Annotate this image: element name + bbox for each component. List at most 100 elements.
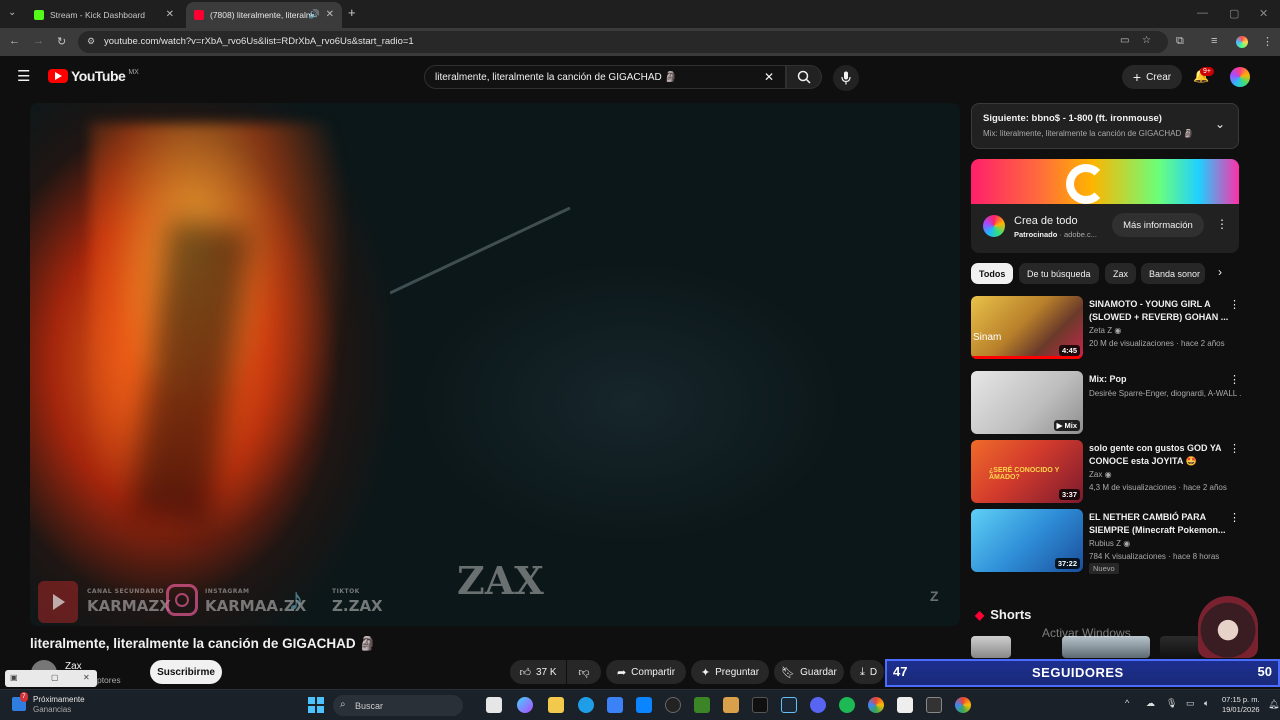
chip-zax[interactable]: Zax (1105, 263, 1137, 284)
reload-icon[interactable]: ↻ (57, 35, 66, 48)
recommendation-item[interactable]: 37:22 EL NETHER CAMBIÓ PARA SIEMPRE (Min… (971, 509, 1241, 574)
video-thumbnail[interactable]: ▶︎ Mix (971, 371, 1083, 434)
terminal-icon[interactable] (752, 697, 768, 713)
like-button[interactable]: 👍︎ 37 K (510, 660, 566, 684)
close-icon[interactable]: ✕ (83, 673, 90, 682)
file-explorer-icon[interactable] (548, 697, 564, 713)
browser-tab-strip: ⌄ Stream - Kick Dashboard ✕ (7808) liter… (0, 0, 1280, 28)
tab-title: Stream - Kick Dashboard (50, 10, 145, 20)
rec-meta: 784 K visualizaciones · hace 8 horas (1089, 552, 1220, 561)
ask-button[interactable]: ✦ Preguntar (691, 660, 769, 684)
channel-watermark-icon[interactable]: Z (930, 588, 939, 604)
rec-menu-icon[interactable]: ⋮ (1229, 511, 1240, 524)
tab-kick-dashboard[interactable]: Stream - Kick Dashboard ✕ (26, 2, 182, 28)
chip-todos[interactable]: Todos (971, 263, 1014, 284)
mini-window-strip[interactable]: ▣ ▢ ✕ (5, 670, 97, 687)
chevron-right-icon[interactable]: › (1218, 265, 1222, 279)
close-tab-icon[interactable]: ✕ (166, 9, 174, 20)
close-window-icon[interactable]: ✕ (1259, 7, 1268, 20)
recommendation-item[interactable]: ¿SERÉ CONOCIDO Y AMADO? 3:37 solo gente … (971, 440, 1241, 504)
site-info-icon[interactable]: ⚙ (87, 36, 95, 47)
thumbnail-text: ¿SERÉ CONOCIDO Y AMADO? (989, 467, 1060, 481)
widgets-button[interactable]: 7 Próximamente Ganancias (12, 692, 85, 715)
rec-menu-icon[interactable]: ⋮ (1229, 373, 1240, 386)
recommendation-item[interactable]: Sinam 4:45 SINAMOTO - YOUNG GIRL A (SLOW… (971, 296, 1241, 360)
steam-icon[interactable] (781, 697, 797, 713)
store-icon[interactable] (607, 697, 623, 713)
copilot-icon[interactable] (517, 697, 533, 713)
cast-icon[interactable]: ▭ (1120, 35, 1129, 46)
spotify-icon[interactable] (839, 697, 855, 713)
discord-icon[interactable] (810, 697, 826, 713)
rec-menu-icon[interactable]: ⋮ (1229, 442, 1240, 455)
windows-start-icon[interactable] (308, 697, 324, 713)
browser-menu-icon[interactable]: ⋮ (1262, 35, 1273, 48)
ad-card[interactable]: Crea de todo Patrocinado · adobe.c... Má… (971, 159, 1239, 253)
dislike-button[interactable]: 👎︎ (567, 660, 601, 684)
chip-search[interactable]: De tu búsqueda (1019, 263, 1099, 284)
close-tab-icon[interactable]: ✕ (326, 9, 334, 20)
restore-icon[interactable]: ▢ (51, 673, 59, 682)
account-avatar[interactable] (1230, 67, 1250, 87)
tray-chevron-icon[interactable]: ^ (1125, 698, 1129, 708)
notification-center-icon[interactable]: 🔔︎ (1268, 699, 1279, 710)
shorts-label: Shorts (990, 607, 1032, 622)
tab-search-icon[interactable]: ⌄ (8, 7, 16, 18)
share-button[interactable]: ➦ Compartir (606, 660, 686, 684)
bookmark-star-icon[interactable]: ☆ (1142, 35, 1151, 46)
forward-icon[interactable]: → (33, 35, 44, 47)
create-button[interactable]: + Crear (1122, 65, 1182, 89)
taskbar-clock[interactable]: 07:15 p. m. 19/01/2026 (1222, 695, 1260, 715)
taskbar-search-box[interactable]: ⌕ Buscar (333, 695, 463, 716)
task-view-icon[interactable] (486, 697, 502, 713)
chrome-profile-icon[interactable] (955, 697, 971, 713)
ad-menu-icon[interactable]: ⋮ (1216, 217, 1228, 231)
back-icon[interactable]: ← (9, 35, 20, 47)
subscribe-button[interactable]: Suscribirme (150, 660, 222, 684)
short-thumbnail[interactable] (971, 636, 1011, 658)
hamburger-menu-icon[interactable]: ☰ (17, 67, 30, 85)
microphone-tray-icon[interactable]: 🎙︎ (1166, 698, 1177, 709)
minecraft-icon[interactable] (694, 697, 710, 713)
extensions-icon[interactable]: ⧉ (1176, 35, 1184, 48)
more-info-button[interactable]: Más información (1112, 213, 1204, 237)
voice-search-button[interactable] (833, 65, 859, 91)
short-thumbnail[interactable] (1160, 636, 1200, 658)
search-button[interactable] (786, 65, 822, 89)
save-button[interactable]: 🔖︎ Guardar (774, 660, 844, 684)
tab-youtube[interactable]: (7808) literalmente, literalm 🔊 ✕ (186, 2, 342, 28)
speaker-icon[interactable]: 🔊 (309, 9, 320, 20)
photos-icon[interactable] (636, 697, 652, 713)
chrome-icon[interactable] (868, 697, 884, 713)
tab-search-menu-icon[interactable]: ≡ (1211, 35, 1217, 47)
app-icon[interactable] (926, 697, 942, 713)
chevron-down-icon[interactable]: ⌄ (1215, 117, 1225, 131)
rec-title: Mix: Pop (1089, 374, 1127, 384)
clear-search-icon[interactable]: ✕ (764, 70, 774, 84)
notification-count-badge: 9+ (1200, 67, 1214, 76)
network-icon[interactable]: ▭ (1186, 698, 1195, 709)
video-thumbnail[interactable]: ¿SERÉ CONOCIDO Y AMADO? 3:37 (971, 440, 1083, 503)
youtube-logo[interactable]: YouTube MX (48, 68, 139, 84)
obs-icon[interactable] (665, 697, 681, 713)
video-thumbnail[interactable]: 37:22 (971, 509, 1083, 572)
download-button[interactable]: ⤓ D (850, 660, 884, 684)
minimize-icon[interactable]: — (1197, 7, 1208, 19)
recommendation-item[interactable]: ▶︎ Mix Mix: Pop Desirée Sparre-Enger, di… (971, 371, 1241, 435)
video-thumbnail[interactable]: Sinam 4:45 (971, 296, 1083, 359)
wifi-icon[interactable]: ☁ (1146, 698, 1155, 709)
video-player[interactable]: CANAL SECUNDARIO KARMAZX INSTAGRAM KARMA… (30, 103, 960, 626)
rec-menu-icon[interactable]: ⋮ (1229, 298, 1240, 311)
new-tab-icon[interactable]: + (348, 5, 356, 20)
chip-soundtrack[interactable]: Banda sonor (1141, 263, 1205, 284)
capcut-icon[interactable] (897, 697, 913, 713)
volume-icon[interactable]: 🔈︎ (1204, 698, 1209, 709)
search-input[interactable]: literalmente, literalmente la canción de… (424, 65, 786, 89)
maximize-icon[interactable]: ▢ (1229, 7, 1239, 20)
profile-avatar[interactable] (1236, 36, 1248, 48)
playlist-next-panel[interactable]: Siguiente: bbno$ - 1-800 (ft. ironmouse)… (971, 103, 1239, 149)
edge-icon[interactable] (578, 697, 594, 713)
address-bar[interactable]: ⚙ youtube.com/watch?v=rXbA_rvo6Us&list=R… (78, 31, 1168, 53)
app-icon[interactable] (723, 697, 739, 713)
youtube-overlay-icon (38, 581, 78, 623)
